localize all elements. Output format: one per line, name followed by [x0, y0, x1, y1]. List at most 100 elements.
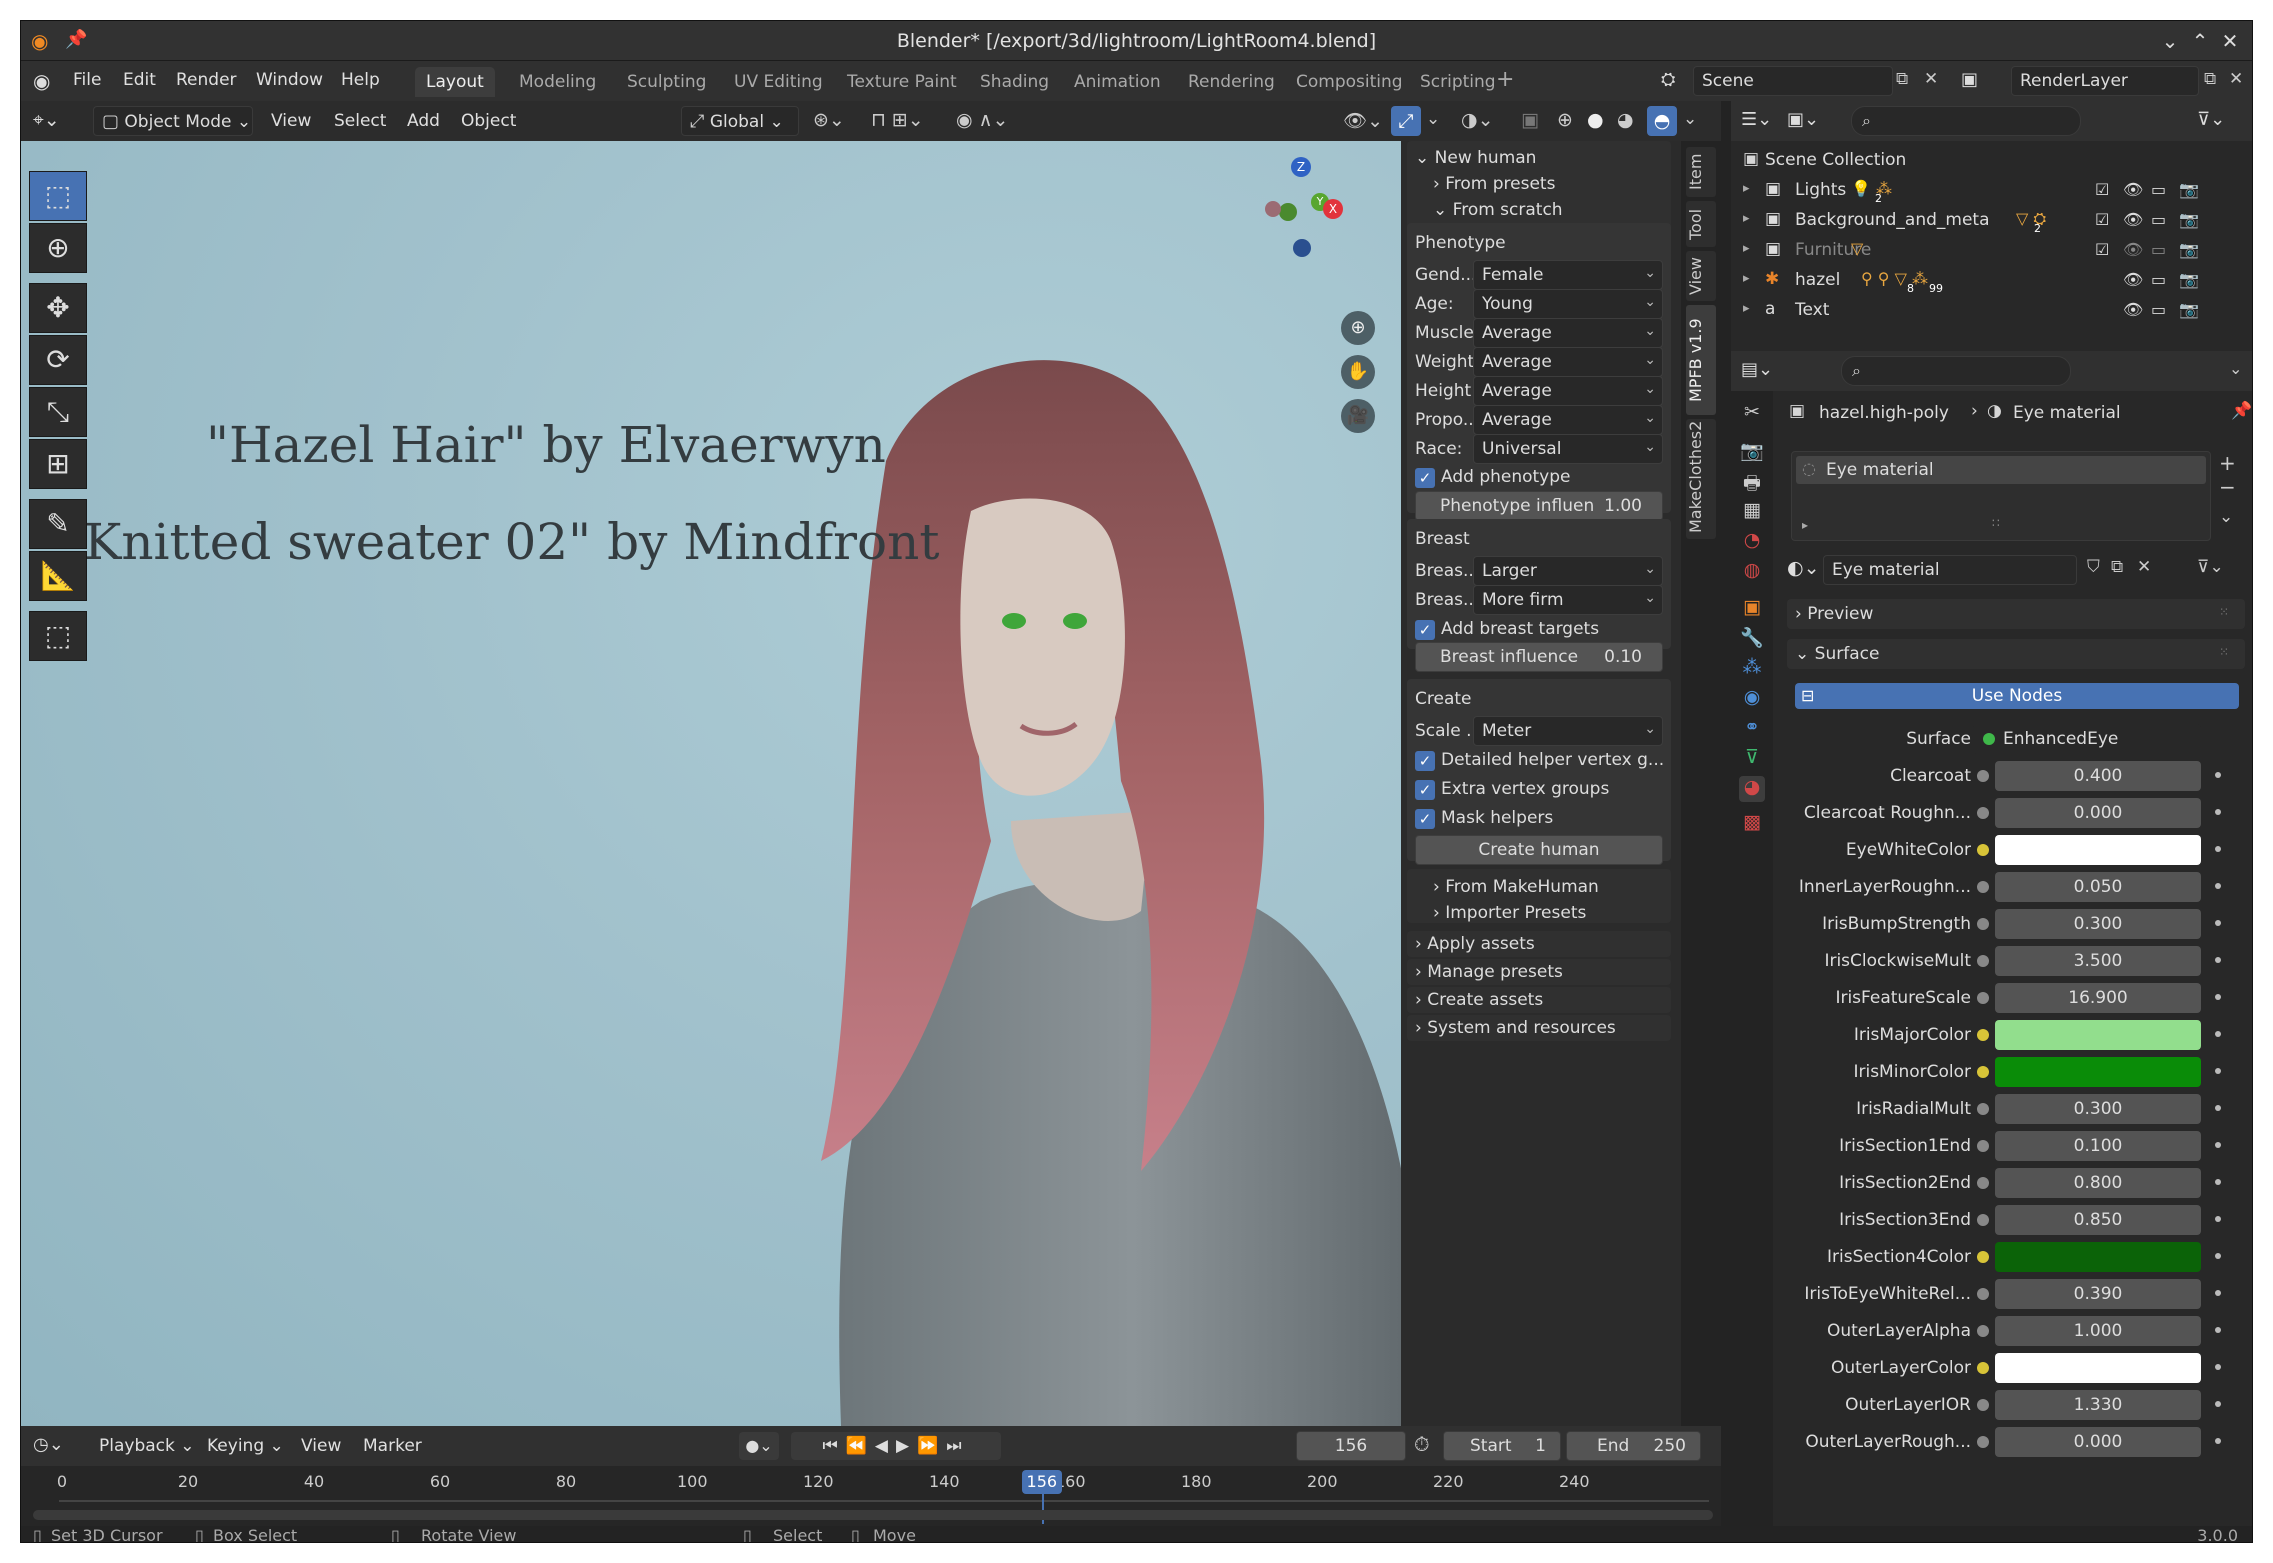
timeline-track[interactable]: 0 20 40 60 80 100 120 140 160 180 200 220 240 156 — [21, 1466, 1721, 1526]
socket-icon[interactable] — [1977, 918, 1989, 930]
keyframe-dot-icon[interactable] — [2215, 1327, 2221, 1333]
resize-handle-icon[interactable]: ∷ — [1992, 516, 2000, 530]
tab-shading[interactable]: Shading — [969, 67, 1060, 97]
from-presets-header[interactable]: › From presets — [1433, 174, 1555, 194]
scene-icon[interactable]: ⛭ — [1661, 69, 1675, 90]
weight-select[interactable]: Average ⌄ — [1473, 347, 1663, 377]
value-field[interactable]: 3.500 — [1995, 946, 2201, 976]
navigation-gizmo[interactable]: Z Y X — [1251, 151, 1371, 261]
timeline-editor-icon[interactable]: ◷⌄ — [33, 1434, 64, 1455]
value-field[interactable]: 0.850 — [1995, 1205, 2201, 1235]
menu-render[interactable]: Render — [176, 70, 237, 90]
socket-icon[interactable] — [1977, 992, 1989, 1004]
measure-tool-icon[interactable]: 📐 — [29, 551, 87, 601]
record-icon[interactable]: ●⌄ — [739, 1432, 779, 1460]
extra-vertex-groups-checkbox[interactable]: ✓ — [1415, 780, 1435, 800]
outliner-row-hazel[interactable]: ▸ ✱ hazel ⚲ ⚲ ▽ ⁂ 👁 ▭ 📷 — [1731, 265, 2252, 295]
color-swatch[interactable] — [1995, 1353, 2201, 1383]
properties-editor-icon[interactable]: ▤⌄ — [1741, 359, 1773, 380]
eye-icon[interactable]: 👁 — [2123, 240, 2143, 259]
drag-handle-icon[interactable]: ⁙ — [2219, 605, 2229, 619]
color-swatch[interactable] — [1995, 1057, 2201, 1087]
add-slot-icon[interactable]: + — [2219, 451, 2236, 475]
world-tab-icon[interactable]: ◍ — [1739, 559, 1765, 585]
keyframe-dot-icon[interactable] — [2215, 1438, 2221, 1444]
output-tab-icon[interactable]: 🖶 — [1739, 469, 1765, 495]
overlays-icon[interactable]: ◑⌄ — [1461, 109, 1494, 131]
material-shading-icon[interactable]: ◕ — [1617, 109, 1634, 131]
tab-uv-editing[interactable]: UV Editing — [723, 67, 834, 97]
keyframe-dot-icon[interactable] — [2215, 957, 2221, 963]
wireframe-shading-icon[interactable]: ⊕ — [1557, 109, 1573, 131]
gizmo-neg-x[interactable] — [1265, 201, 1281, 217]
socket-icon[interactable] — [1977, 1214, 1989, 1226]
tab-item[interactable]: Item — [1686, 147, 1716, 197]
modifiers-tab-icon[interactable]: 🔧 — [1739, 626, 1765, 652]
height-select[interactable]: Average ⌄ — [1473, 376, 1663, 406]
keyframe-dot-icon[interactable] — [2215, 1216, 2221, 1222]
value-field[interactable]: 0.050 — [1995, 872, 2201, 902]
editor-type-icon[interactable]: ⌖⌄ — [33, 109, 60, 131]
remove-slot-icon[interactable]: − — [2219, 475, 2236, 499]
transform-orientation[interactable]: ⤢ Global ⌄ — [681, 106, 799, 136]
tab-makeclothes[interactable]: MakeClothes2 — [1686, 419, 1716, 539]
data-tab-icon[interactable]: ⊽ — [1739, 746, 1765, 772]
color-swatch[interactable] — [1995, 1242, 2201, 1272]
scene-tab-icon[interactable]: ◔ — [1739, 529, 1765, 555]
create-human-button[interactable]: Create human — [1415, 835, 1663, 865]
from-scratch-header[interactable]: ⌄ From scratch — [1433, 200, 1563, 220]
playback-controls[interactable]: ⏮⏪◀▶⏩⏭ — [791, 1432, 1001, 1460]
viewport-disable-icon[interactable]: ▭ — [2151, 240, 2166, 259]
value-field[interactable]: 1.330 — [1995, 1390, 2201, 1420]
socket-icon[interactable] — [1977, 770, 1989, 782]
exclude-checkbox-icon[interactable]: ☑ — [2095, 210, 2109, 229]
surface-shader-field[interactable]: EnhancedEye — [1973, 724, 2201, 754]
header-add[interactable]: Add — [407, 111, 440, 131]
surface-panel-header[interactable]: ⌄ Surface ⁙ — [1787, 639, 2245, 669]
keyframe-dot-icon[interactable] — [2215, 1068, 2221, 1074]
socket-icon[interactable] — [1977, 955, 1989, 967]
socket-icon[interactable] — [1977, 1177, 1989, 1189]
viewport-disable-icon[interactable]: ▭ — [2151, 270, 2166, 289]
snap-icon[interactable]: ⊓ ⊞⌄ — [871, 109, 924, 131]
new-human-header[interactable]: ⌄ New human — [1415, 148, 1536, 168]
view-layer-tab-icon[interactable]: ▦ — [1739, 499, 1765, 525]
timeline-playback[interactable]: Playback ⌄ — [99, 1436, 195, 1456]
properties-options-icon[interactable]: ⌄ — [2229, 359, 2242, 378]
create-assets-panel[interactable]: › Create assets — [1407, 987, 1671, 1013]
xray-icon[interactable]: ▣ — [1521, 109, 1539, 131]
eye-icon[interactable]: 👁 — [2123, 300, 2143, 319]
tab-layout[interactable]: Layout — [415, 67, 495, 97]
keyframe-dot-icon[interactable] — [2215, 809, 2221, 815]
tab-tool[interactable]: Tool — [1686, 201, 1716, 247]
tab-sculpting[interactable]: Sculpting — [616, 67, 717, 97]
tab-texture-paint[interactable]: Texture Paint — [836, 67, 968, 97]
use-nodes-button[interactable]: ⊟ Use Nodes — [1795, 683, 2239, 709]
add-workspace-icon[interactable]: + — [1496, 67, 1514, 92]
properties-search-input[interactable]: ⌕ — [1841, 356, 2071, 386]
outliner-editor-icon[interactable]: ☰⌄ — [1741, 109, 1772, 130]
importer-presets-header[interactable]: › Importer Presets — [1433, 903, 1586, 923]
keyframe-dot-icon[interactable] — [2215, 1142, 2221, 1148]
display-mode-icon[interactable]: ▣⌄ — [1787, 109, 1819, 130]
move-tool-icon[interactable]: ✥ — [29, 283, 87, 333]
timeline-view[interactable]: View — [301, 1436, 341, 1456]
outliner-row-scene-collection[interactable]: ▣ Scene Collection — [1731, 145, 2252, 175]
header-select[interactable]: Select — [334, 111, 386, 131]
socket-icon[interactable] — [1977, 1066, 1989, 1078]
header-object[interactable]: Object — [461, 111, 516, 131]
value-field[interactable]: 0.300 — [1995, 1094, 2201, 1124]
value-field[interactable]: 0.000 — [1995, 798, 2201, 828]
render-camera-icon[interactable]: 📷 — [2179, 240, 2199, 259]
proportional-edit-icon[interactable]: ◉ ∧⌄ — [956, 109, 1008, 131]
browse-material-icon[interactable]: ◐⌄ — [1787, 557, 1820, 579]
header-view[interactable]: View — [271, 111, 311, 131]
expand-arrow-icon[interactable]: ▸ — [1743, 211, 1750, 226]
add-phenotype-checkbox[interactable]: ✓ — [1415, 468, 1435, 488]
gizmo-menu-icon[interactable]: ⌄ — [1426, 109, 1440, 129]
material-name-field[interactable]: Eye material — [1823, 555, 2077, 585]
current-frame-field[interactable]: 156 — [1296, 1431, 1406, 1461]
start-frame-field[interactable]: Start 1 — [1443, 1431, 1561, 1461]
menu-window[interactable]: Window — [256, 70, 323, 90]
expand-icon[interactable]: ▸ — [1802, 518, 1808, 532]
